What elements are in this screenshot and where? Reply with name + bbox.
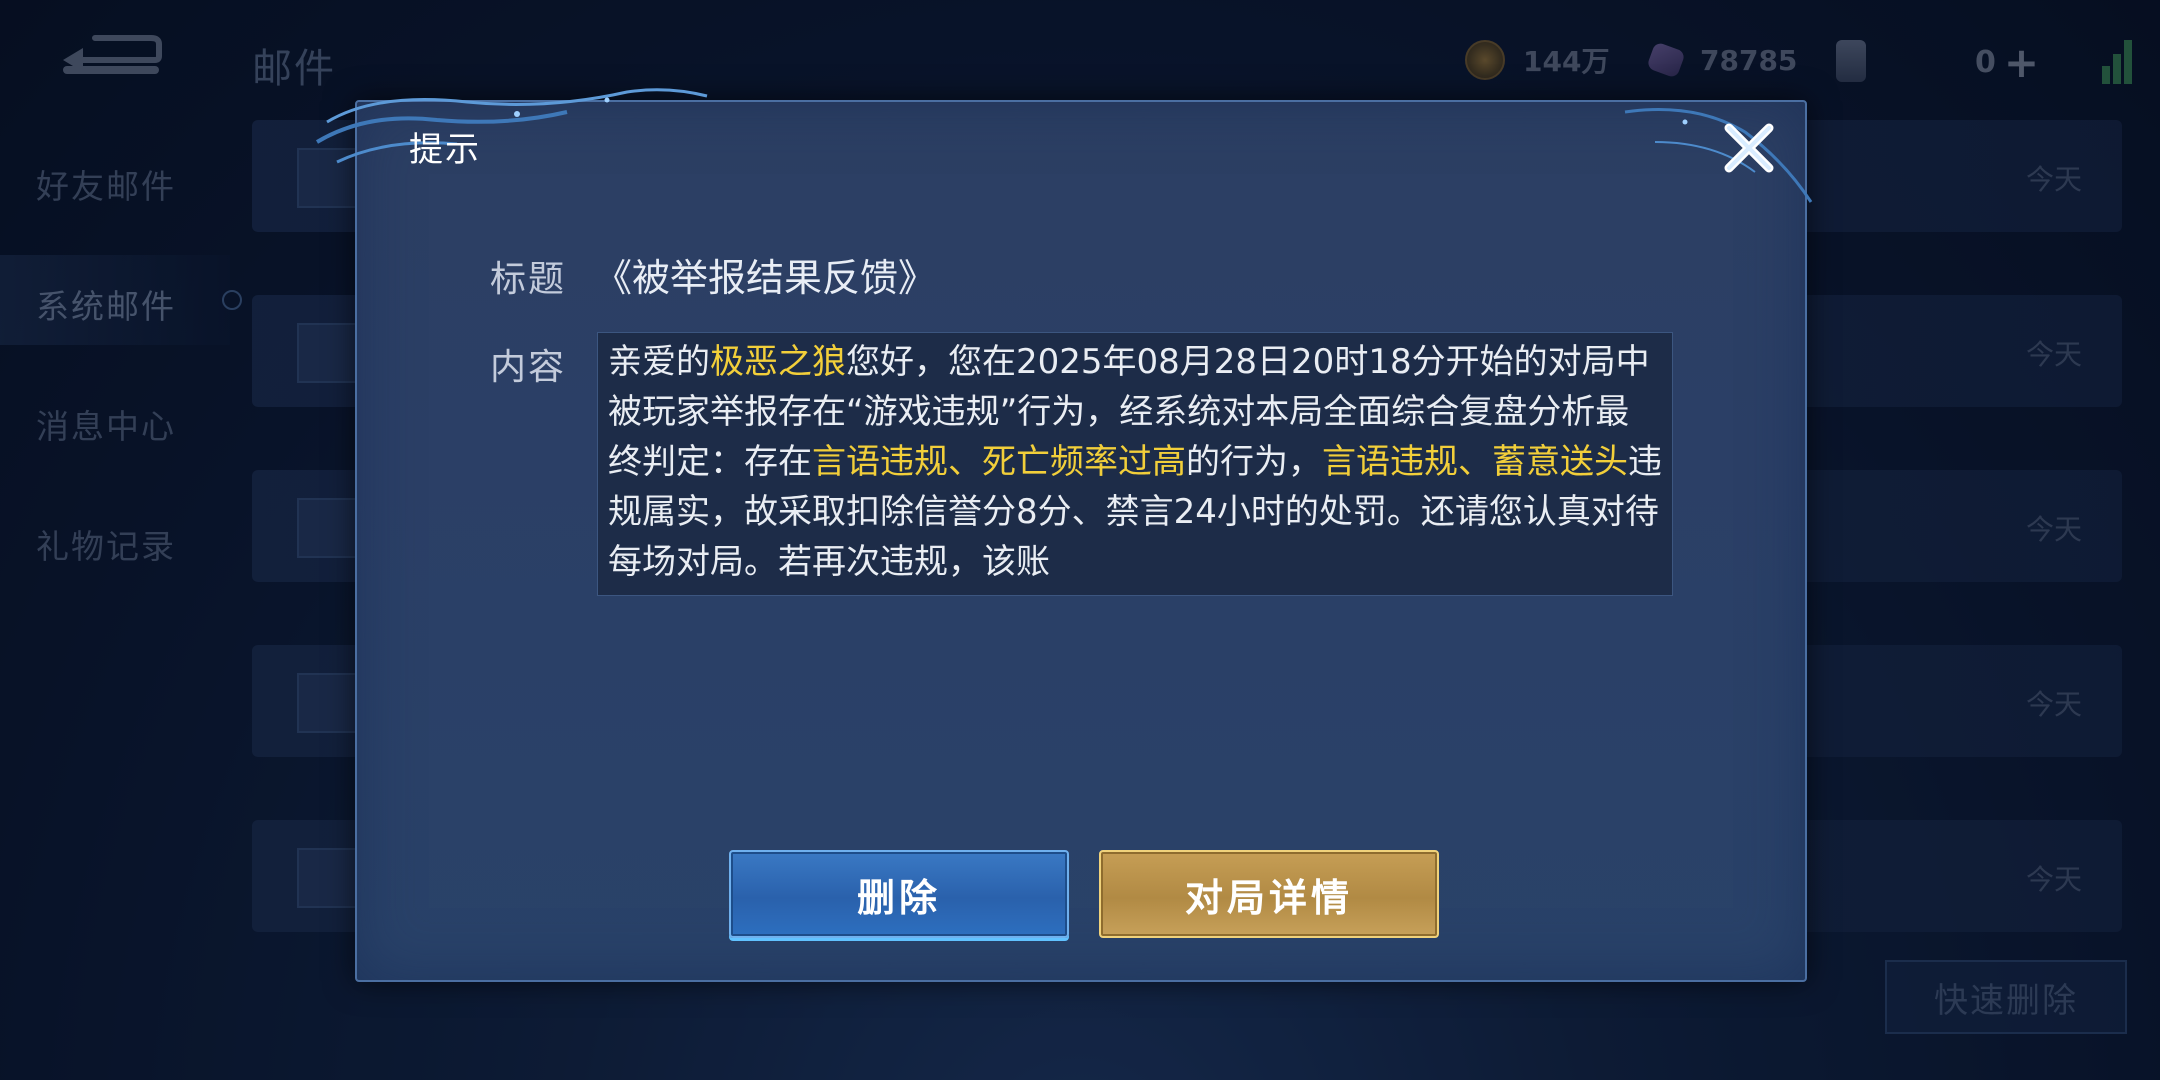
content-scroll-area[interactable]: 亲爱的极恶之狼您好，您在2025年08月28日20时18分开始的对局中被玩家举报… (597, 332, 1673, 596)
subject-label: 标题 (490, 259, 567, 300)
violation-highlight: 言语违规、死亡频率过高 (812, 442, 1186, 482)
content-segment: 的行为， (1186, 442, 1322, 482)
player-name: 极恶之狼 (710, 342, 846, 382)
mail-detail-dialog: 提示 标题 《被举报结果反馈》 内容 亲爱的极恶之狼您好，您在2025年08月2… (315, 88, 1813, 982)
violation-highlight: 言语违规、蓄意送头 (1322, 442, 1628, 482)
corner-ornament (1624, 108, 1813, 203)
corner-ornament (315, 88, 708, 164)
subject-value: 《被举报结果反馈》 (594, 256, 937, 300)
content-label: 内容 (490, 347, 567, 388)
content-text: 亲爱的极恶之狼您好，您在2025年08月28日20时18分开始的对局中被玩家举报… (598, 333, 1672, 587)
close-icon[interactable] (1717, 116, 1781, 180)
match-details-button[interactable]: 对局详情 (1099, 850, 1439, 938)
delete-button[interactable]: 删除 (729, 850, 1069, 938)
content-segment: 亲爱的 (608, 342, 710, 382)
dialog-title: 提示 (409, 130, 481, 170)
